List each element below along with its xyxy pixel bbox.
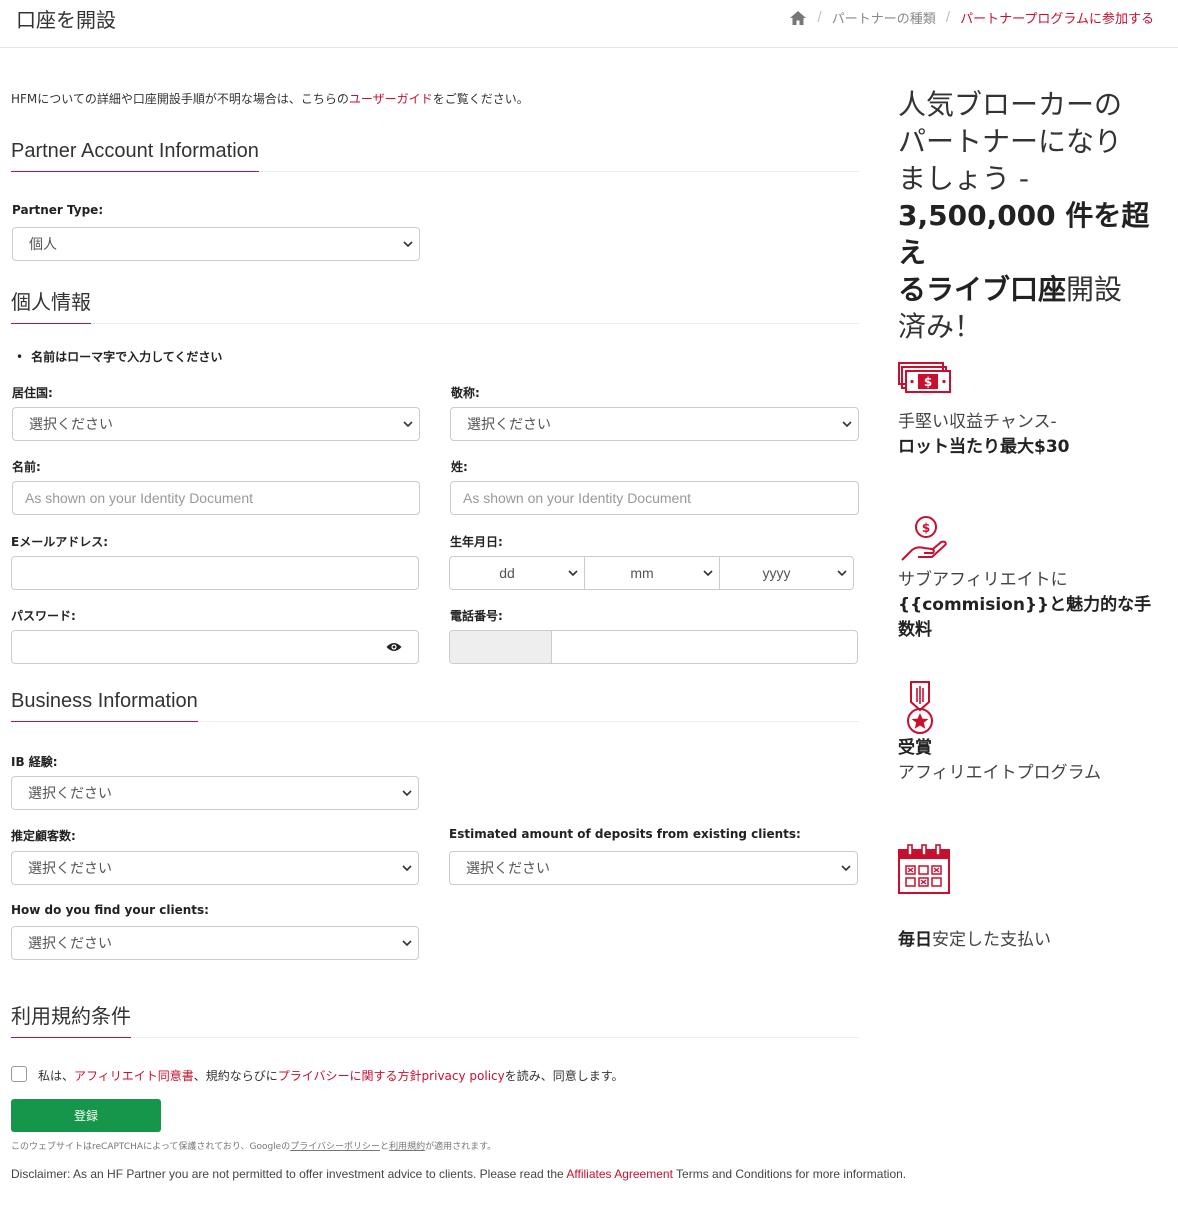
last-name-label: 姓: [451,460,468,474]
estimated-clients-label: 推定顧客数: [11,829,76,843]
breadcrumb-separator: / [817,10,822,25]
section-title: Partner Account Information [11,140,259,172]
hand-coin-icon: $ [901,516,947,561]
chevron-down-icon [403,421,413,428]
phone-country-code[interactable] [450,631,552,663]
disclaimer-text: Disclaimer: As an HF Partner you are not… [11,1167,907,1181]
section-title: Business Information [11,690,198,722]
chevron-down-icon [402,790,412,797]
google-terms-link[interactable]: 利用規約 [389,1142,425,1152]
affiliates-agreement-link[interactable]: Affiliates Agreement [566,1167,673,1181]
ib-experience-label: IB 経験: [11,755,58,769]
intro-text: HFMについての詳細や口座開設手順が不明な場合は、こちらのユーザーガイドをご覧く… [11,92,529,106]
chevron-down-icon [402,940,412,947]
dob-year-select[interactable]: yyyy [719,556,854,590]
section-business-info: Business Information [11,690,859,722]
phone-label: 電話番号: [450,609,503,623]
section-terms: 利用規約条件 [11,1000,859,1038]
breadcrumb-join-program[interactable]: パートナープログラムに参加する [960,8,1154,27]
breadcrumb-partner-types[interactable]: パートナーの種類 [832,8,936,27]
privacy-policy-link[interactable]: プライバシーに関する方針privacy policy [278,1069,505,1083]
money-icon: $ [898,362,951,393]
feature-earnings: $ 手堅い収益チャンス- ロット当たり最大$30 [898,354,1168,460]
terms-checkbox[interactable] [11,1066,27,1082]
section-title: 利用規約条件 [11,1000,131,1038]
find-clients-label: How do you find your clients: [11,903,209,917]
home-icon[interactable] [789,10,807,26]
estimated-clients-select[interactable]: 選択ください [11,851,419,885]
estimated-deposits-label: Estimated amount of deposits from existi… [449,827,801,841]
chevron-down-icon [568,570,578,577]
estimated-deposits-select[interactable]: 選択ください [449,851,858,885]
promo-sidebar: 人気ブローカーの パートナーになり ましょう - 3,500,000 件を超え … [898,86,1168,950]
partner-type-label: Partner Type: [12,203,104,217]
ib-experience-select[interactable]: 選択ください [11,776,419,810]
country-label: 居住国: [12,386,53,400]
chevron-down-icon [841,865,851,872]
feature-daily-payment: 毎日安定した支払い [898,842,1168,953]
email-input[interactable] [11,556,419,590]
password-input[interactable] [11,630,419,664]
section-title: 個人情報 [11,286,91,324]
chevron-down-icon [703,570,713,577]
first-name-label: 名前: [12,460,41,474]
chevron-down-icon [842,421,852,428]
last-name-input[interactable]: As shown on your Identity Document [450,481,859,515]
first-name-input[interactable]: As shown on your Identity Document [12,481,420,515]
eye-icon[interactable] [386,641,402,653]
user-guide-link[interactable]: ユーザーガイド [349,92,433,106]
google-privacy-link[interactable]: プライバシーポリシー [290,1142,380,1152]
svg-text:$: $ [922,521,930,535]
chevron-down-icon [837,570,847,577]
svg-text:$: $ [924,375,932,389]
find-clients-select[interactable]: 選択ください [11,926,419,960]
dob-day-select[interactable]: dd [449,556,585,590]
top-bar: 口座を開設 / パートナーの種類 / パートナープログラムに参加する [0,0,1178,48]
feature-sub-affiliate: $ サブアフィリエイトに {{commision}}と魅力的な手数料 [898,512,1168,643]
terms-consent-text: 私は、アフィリエイト同意書、規約ならびにプライバシーに関する方針privacy … [38,1069,624,1083]
country-select[interactable]: 選択ください [12,407,420,441]
partner-type-select[interactable]: 個人 [12,227,420,261]
dob-month-select[interactable]: mm [584,556,720,590]
recaptcha-notice: このウェブサイトはreCAPTCHAによって保護されており、Googleのプライ… [11,1142,497,1152]
breadcrumb-separator: / [945,10,951,25]
email-label: Eメールアドレス: [11,535,108,549]
section-partner-account: Partner Account Information [11,140,859,172]
promo-headline: 人気ブローカーの パートナーになり ましょう - 3,500,000 件を超え … [898,88,1150,343]
breadcrumb: / パートナーの種類 / パートナープログラムに参加する [789,8,1154,27]
phone-input-group [449,630,858,664]
chevron-down-icon [402,865,412,872]
phone-number-input[interactable] [552,631,857,663]
salutation-select[interactable]: 選択ください [450,407,859,441]
register-button[interactable]: 登録 [11,1099,161,1132]
password-label: パスワード: [11,609,76,623]
dob-label: 生年月日: [450,535,503,549]
calendar-icon [898,844,950,894]
feature-award: 受賞 アフィリエイトプログラム [898,680,1168,786]
chevron-down-icon [403,241,413,248]
section-personal-info: 個人情報 [11,286,859,324]
romaji-note: 名前はローマ字で入力してください [16,348,222,365]
salutation-label: 敬称: [451,386,480,400]
award-medal-icon [907,681,933,734]
page-title: 口座を開設 [16,8,116,32]
affiliate-agreement-link[interactable]: アフィリエイト同意書 [74,1069,194,1083]
